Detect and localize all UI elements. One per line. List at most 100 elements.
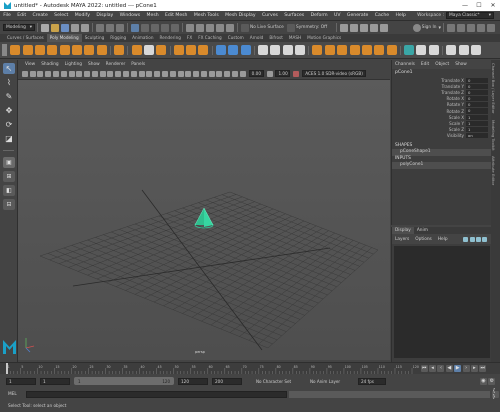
extrude-icon[interactable]	[312, 45, 323, 55]
shelf-tab-arnold[interactable]: Arnold	[247, 34, 267, 42]
menu-edit[interactable]: Edit	[14, 13, 29, 18]
menu-mesh-tools[interactable]: Mesh Tools	[191, 13, 222, 18]
sweep-mesh-icon[interactable]	[131, 45, 142, 55]
go-to-start-icon[interactable]: ⏮	[420, 364, 428, 372]
svg-tool-icon[interactable]	[156, 45, 167, 55]
safe-title-icon[interactable]	[115, 70, 122, 77]
anim-layer-dropdown[interactable]: No Anim Layer	[310, 379, 354, 384]
shelf-tab-mash[interactable]: MASH	[286, 34, 304, 42]
viewport-menu-show[interactable]: Show	[85, 62, 103, 67]
poly-cube-icon[interactable]	[22, 45, 33, 55]
script-editor-icon[interactable]: { }	[492, 388, 500, 400]
channel-box-menu-channels[interactable]: Channels	[392, 62, 418, 67]
poly-torus-icon[interactable]	[59, 45, 70, 55]
step-forward-frame-icon[interactable]: ›	[462, 364, 470, 372]
boolean-intersection-icon[interactable]	[240, 45, 251, 55]
modeling-toolkit-icon[interactable]	[447, 23, 455, 32]
undo-icon[interactable]	[71, 23, 79, 32]
shelf-tab-fx[interactable]: FX	[184, 34, 195, 42]
select-tool-icon[interactable]: ↖	[3, 63, 15, 74]
live-surface-label[interactable]: No Live Surface	[250, 25, 286, 30]
smooth-icon[interactable]	[198, 45, 209, 55]
render-icon[interactable]	[340, 23, 348, 32]
play-backwards-icon[interactable]: ◀	[445, 364, 453, 372]
menu-deform[interactable]: Deform	[307, 13, 330, 18]
exposure-field[interactable]: 0.00	[248, 70, 264, 77]
default-material-icon[interactable]	[138, 70, 145, 77]
move-tool-icon[interactable]: ✥	[3, 105, 15, 116]
single-perspective-layout-icon[interactable]: ▣	[3, 157, 15, 168]
poly-sphere-icon[interactable]	[10, 45, 21, 55]
new-empty-layer-icon[interactable]	[475, 236, 481, 242]
new-layer-from-selected-icon[interactable]	[482, 236, 488, 242]
snap-grid-icon[interactable]	[186, 23, 194, 32]
fill-hole-icon[interactable]	[349, 45, 360, 55]
menu-windows[interactable]: Windows	[116, 13, 143, 18]
open-scene-icon[interactable]	[51, 23, 59, 32]
bridge-icon[interactable]	[324, 45, 335, 55]
use-all-lights-icon[interactable]	[161, 70, 168, 77]
xray-active-icon[interactable]	[224, 70, 231, 77]
resolution-gate-icon[interactable]	[84, 70, 91, 77]
hypershade-icon[interactable]	[370, 23, 378, 32]
sign-in-button[interactable]: Sign In	[422, 25, 437, 30]
center-pivot-icon[interactable]	[446, 45, 457, 55]
playback-end-field[interactable]: 120	[178, 377, 208, 385]
color-management-icon[interactable]	[293, 70, 300, 77]
automatic-map-icon[interactable]	[428, 45, 439, 55]
side-tab-channel-box[interactable]: Channel Box / Layer Editor	[491, 60, 496, 117]
shelf-tab-poly-modeling[interactable]: Poly Modeling	[46, 34, 82, 42]
menu-cache[interactable]: Cache	[372, 13, 393, 18]
append-polygon-icon[interactable]	[361, 45, 372, 55]
minimize-button[interactable]: —	[458, 2, 472, 9]
menu-select[interactable]: Select	[51, 13, 72, 18]
shelf-tab-animation[interactable]: Animation	[129, 34, 156, 42]
depth-of-field-icon[interactable]	[200, 70, 207, 77]
field-chart-icon[interactable]	[99, 70, 106, 77]
attribute-value[interactable]: 0	[466, 96, 488, 102]
separate-icon[interactable]	[186, 45, 197, 55]
safe-action-icon[interactable]	[107, 70, 114, 77]
gamma-field[interactable]: 1.00	[275, 70, 291, 77]
channel-box-menu-show[interactable]: Show	[452, 62, 470, 67]
layer-list[interactable]	[394, 246, 490, 358]
xray-joints-icon[interactable]	[231, 70, 238, 77]
poly-disc-icon[interactable]	[84, 45, 95, 55]
poly-cylinder-icon[interactable]	[34, 45, 45, 55]
arnold-render-view-icon[interactable]	[380, 23, 388, 32]
tool-settings-icon[interactable]	[477, 23, 485, 32]
select-object-icon[interactable]	[106, 23, 114, 32]
menu-generate[interactable]: Generate	[344, 13, 372, 18]
menu-mesh-display[interactable]: Mesh Display	[222, 13, 259, 18]
attribute-value[interactable]: 1	[466, 127, 488, 133]
menu-curves[interactable]: Curves	[259, 13, 281, 18]
attribute-value[interactable]: 0	[466, 102, 488, 108]
multi-cut-icon[interactable]	[374, 45, 385, 55]
bevel-icon[interactable]	[337, 45, 348, 55]
snap-point-icon[interactable]	[206, 23, 214, 32]
tab-anim-layers[interactable]: Anim	[414, 227, 431, 234]
viewport-menu-renderer[interactable]: Renderer	[103, 62, 129, 67]
paint-select-tool-icon[interactable]: ✎	[3, 91, 15, 102]
side-tab-attribute-editor[interactable]: Attribute Editor	[491, 153, 496, 188]
shelf-tab-custom[interactable]: Custom	[225, 34, 247, 42]
shelf-tab-bifrost[interactable]: Bifrost	[266, 34, 286, 42]
channel-box-icon[interactable]	[487, 23, 495, 32]
attribute-value[interactable]: 0	[466, 77, 488, 83]
retopologize-icon[interactable]	[295, 45, 306, 55]
character-set-dropdown[interactable]: No Character Set	[256, 379, 304, 384]
fps-dropdown[interactable]: 24 fps	[358, 377, 386, 385]
shelf-tab-curves-surfaces[interactable]: Curves / Surfaces	[4, 34, 47, 42]
cone-object[interactable]	[194, 207, 214, 229]
platonic-solid-icon[interactable]	[96, 45, 107, 55]
extract-icon[interactable]	[270, 45, 281, 55]
layer-menu-options[interactable]: Options	[412, 236, 435, 243]
image-plane-icon[interactable]	[45, 70, 52, 77]
attribute-editor-icon[interactable]	[467, 23, 475, 32]
preferences-icon[interactable]: ⚙	[488, 377, 496, 385]
menu-surfaces[interactable]: Surfaces	[281, 13, 307, 18]
shelf-tab-fx-caching[interactable]: FX Caching	[195, 34, 225, 42]
new-scene-icon[interactable]	[41, 23, 49, 32]
poly-cone-icon[interactable]	[47, 45, 58, 55]
command-input[interactable]	[25, 390, 287, 398]
